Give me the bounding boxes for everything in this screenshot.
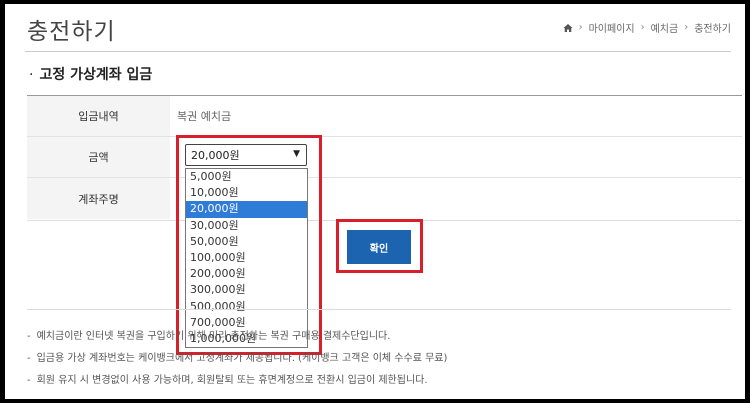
page-title: 충전하기 [27, 19, 116, 45]
row-account-holder: 계좌주명 [27, 178, 742, 219]
section-title: · 고정 가상계좌 입금 [29, 64, 152, 84]
highlight-box-confirm [336, 219, 423, 273]
row-label: 계좌주명 [27, 178, 170, 219]
notice-text: 입금용 가상 계좌번호는 케이뱅크에서 고정계좌가 제공됩니다. (케이뱅크 고… [36, 353, 448, 364]
highlight-box-amount [176, 135, 322, 355]
row-label: 금액 [27, 137, 170, 177]
breadcrumb-item-charge: 충전하기 [694, 24, 731, 35]
notice-item: - 회원 유지 시 변경없이 사용 가능하며, 회원탈퇴 또는 휴면계정으로 전환… [27, 375, 428, 386]
row-label: 입금내역 [27, 96, 170, 136]
notice-item: - 예치금이란 인터넷 복권을 구입하기 위해 미리 충전하는 복권 구매용 결제… [27, 331, 391, 342]
notice-item: - 입금용 가상 계좌번호는 케이뱅크에서 고정계좌가 제공됩니다. (케이뱅크 … [27, 353, 448, 364]
charge-form-table: 입금내역 복권 예치금 금액 계좌주명 [27, 95, 742, 221]
breadcrumb-item-deposit[interactable]: 예치금 [651, 20, 679, 35]
chevron-right-icon: › [640, 22, 645, 33]
notice-text: 회원 유지 시 변경없이 사용 가능하며, 회원탈퇴 또는 휴면계정으로 전환시… [36, 375, 428, 386]
row-amount: 금액 [27, 137, 742, 178]
chevron-right-icon: › [578, 22, 583, 33]
row-deposit-type: 입금내역 복권 예치금 [27, 96, 742, 137]
chevron-right-icon: › [684, 22, 689, 33]
divider [27, 309, 731, 310]
deposit-type-value: 복권 예치금 [177, 110, 232, 123]
breadcrumb-item-mypage[interactable]: 마이페이지 [589, 20, 635, 35]
bullet-icon: · [29, 67, 34, 83]
home-icon[interactable] [563, 23, 573, 33]
section-title-text: 고정 가상계좌 입금 [39, 67, 153, 83]
notice-list: - 예치금이란 인터넷 복권을 구입하기 위해 미리 충전하는 복권 구매용 결제… [27, 330, 447, 396]
page-frame: 충전하기 › 마이페이지 › 예치금 › 충전하기 · 고정 가상계좌 입금 입금… [5, 4, 745, 399]
notice-text: 예치금이란 인터넷 복권을 구입하기 위해 미리 충전하는 복권 구매용 결제수… [36, 331, 391, 342]
breadcrumb: › 마이페이지 › 예치금 › 충전하기 [563, 20, 731, 35]
divider [25, 51, 731, 52]
